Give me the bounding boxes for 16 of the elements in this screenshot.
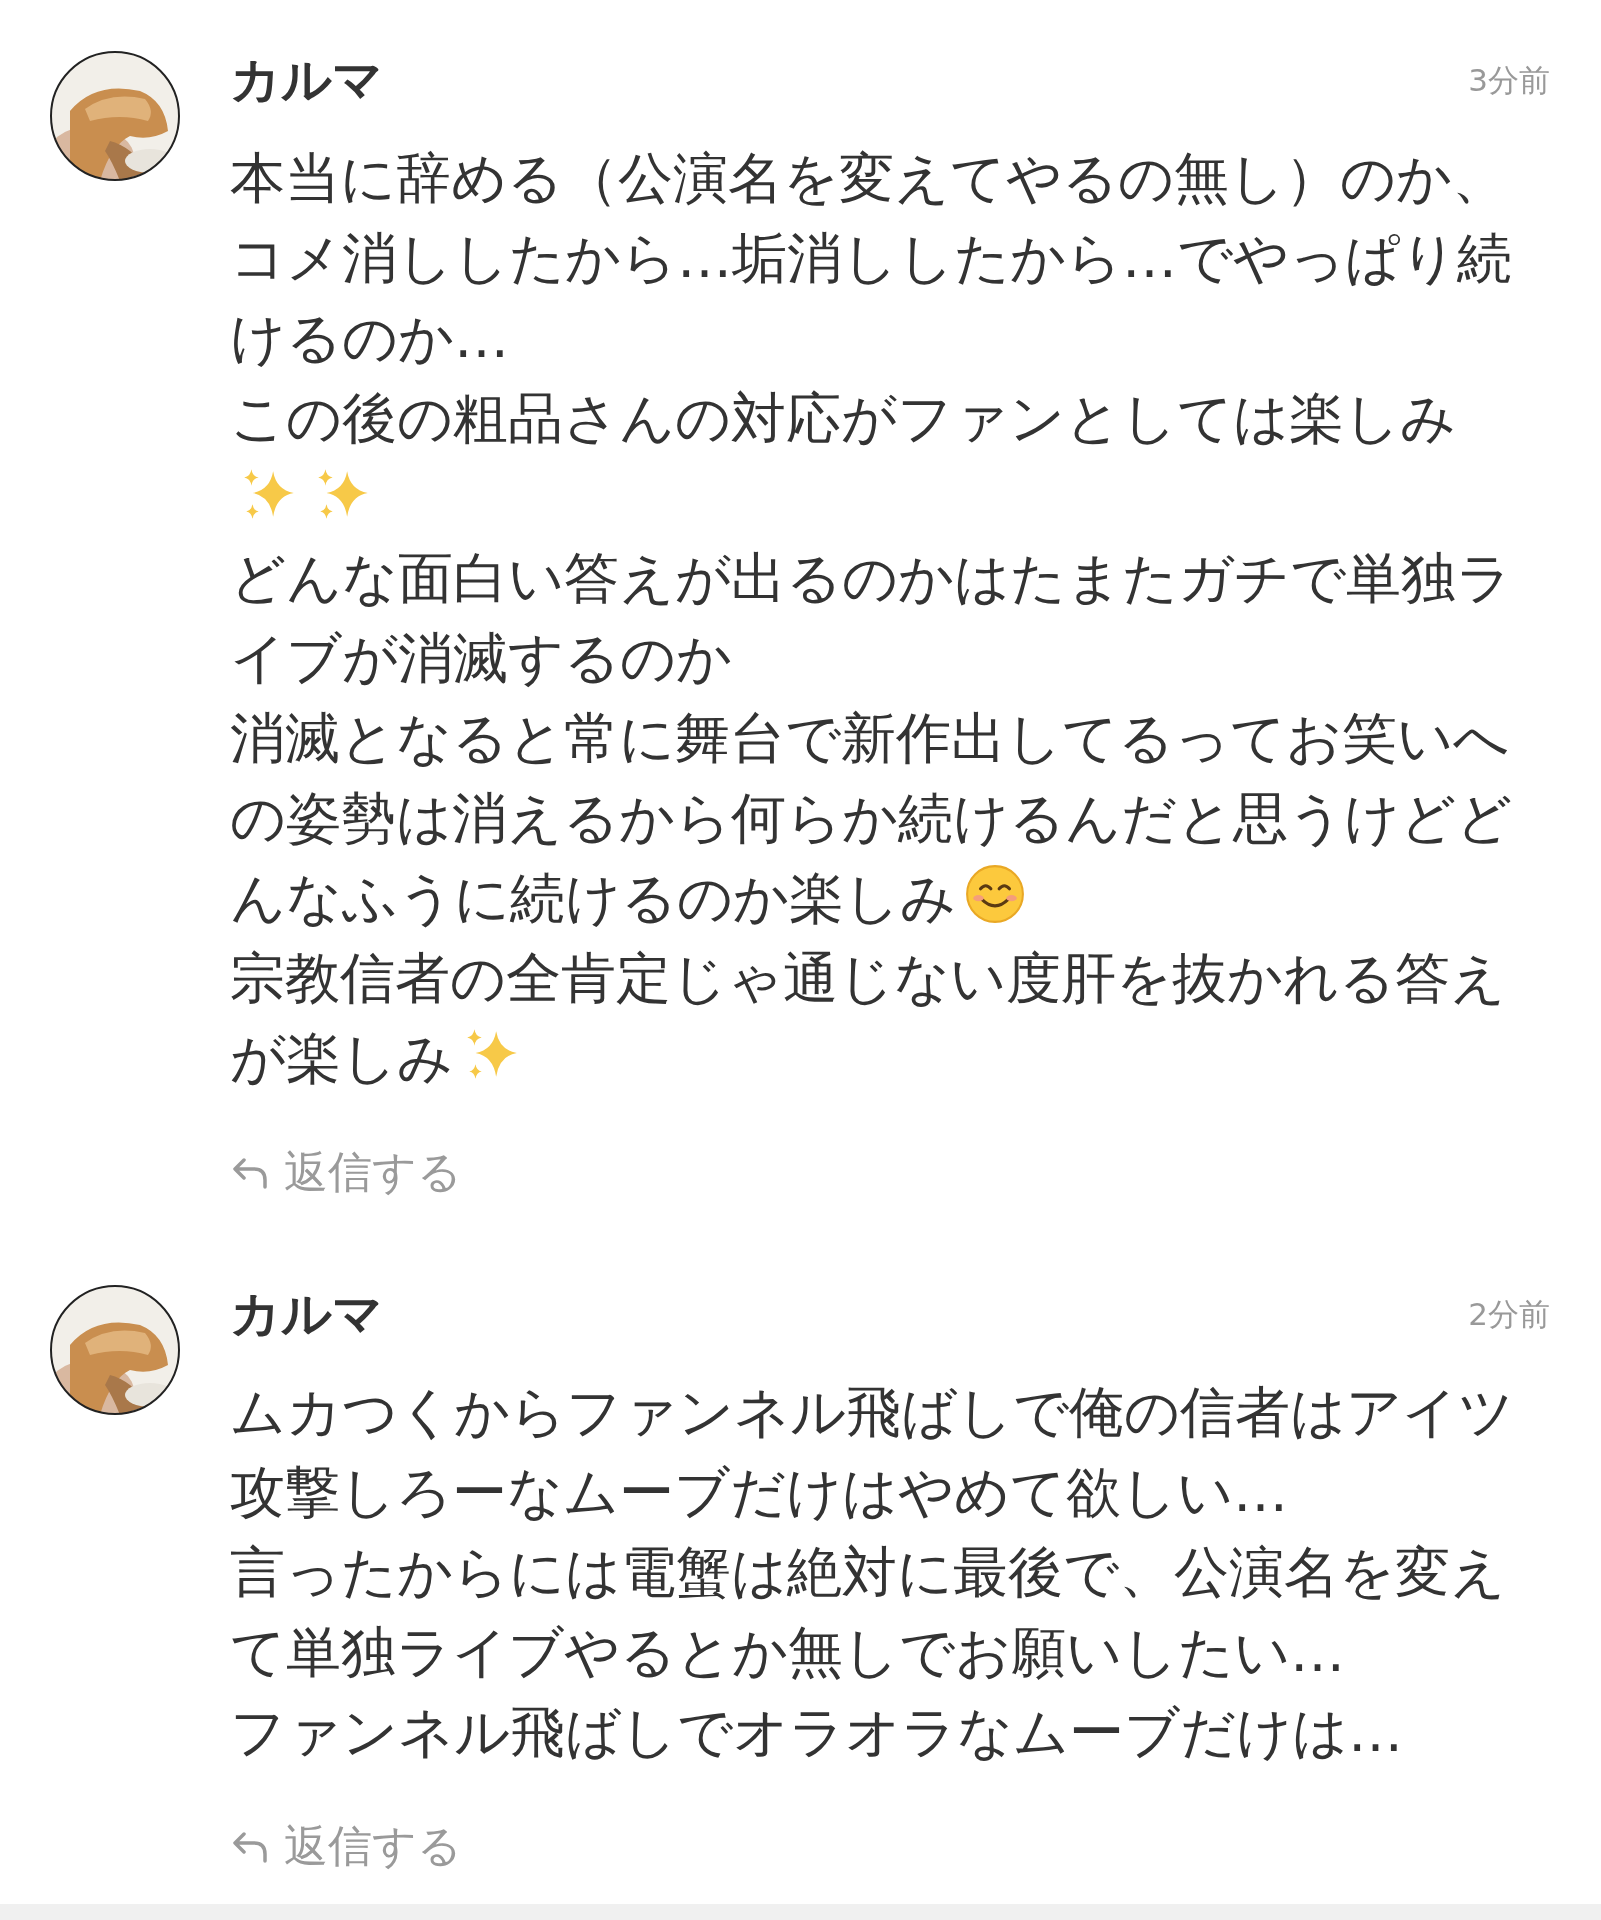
smile-icon [964, 863, 1026, 925]
comment-text: どんな面白い答えが出るのかはたまたガチで単独ライブが消滅するのか [230, 545, 1513, 692]
comment-text: この後の粗品さんの対応がファンとしては楽しみ [230, 378, 1515, 538]
reply-button[interactable]: 返信する [230, 1142, 462, 1202]
comment-text: コメ消ししたから…垢消ししたから…でやっぱり続けるのか… [230, 225, 1513, 372]
comment-text: 言ったからには電蟹は絶対に最後で、公演名を変えて単独ライブやるとか無しでお願いしたい… [230, 1539, 1507, 1686]
comment-text: 本当に辞める（公演名を変えてやるの無し）のか、 [230, 145, 1508, 212]
timestamp: 2分前 [1468, 1295, 1550, 1334]
commenter-name: カルマ [230, 50, 383, 110]
comment-text: ファンネル飛ばしでオラオラなムーブだけは… [230, 1699, 1404, 1766]
timestamp: 3分前 [1468, 61, 1550, 100]
commenter-name: カルマ [230, 1284, 383, 1344]
comment-text: ムカつくからファンネル飛ばしで俺の信者はアイツ攻撃しろーなムーブだけはやめて欲しい… [230, 1379, 1515, 1526]
reply-button[interactable]: 返信する [230, 1816, 462, 1876]
comment-text: 宗教信者の全肯定じゃ通じない度肝を抜かれる答えが楽しみ [230, 945, 1507, 1092]
comment-text: 消滅となると常に舞台で新作出してるってお笑いへの姿勢は消えるから何らか続けるんだと思うけどどんなふうに続けるのか楽しみ [230, 705, 1513, 932]
